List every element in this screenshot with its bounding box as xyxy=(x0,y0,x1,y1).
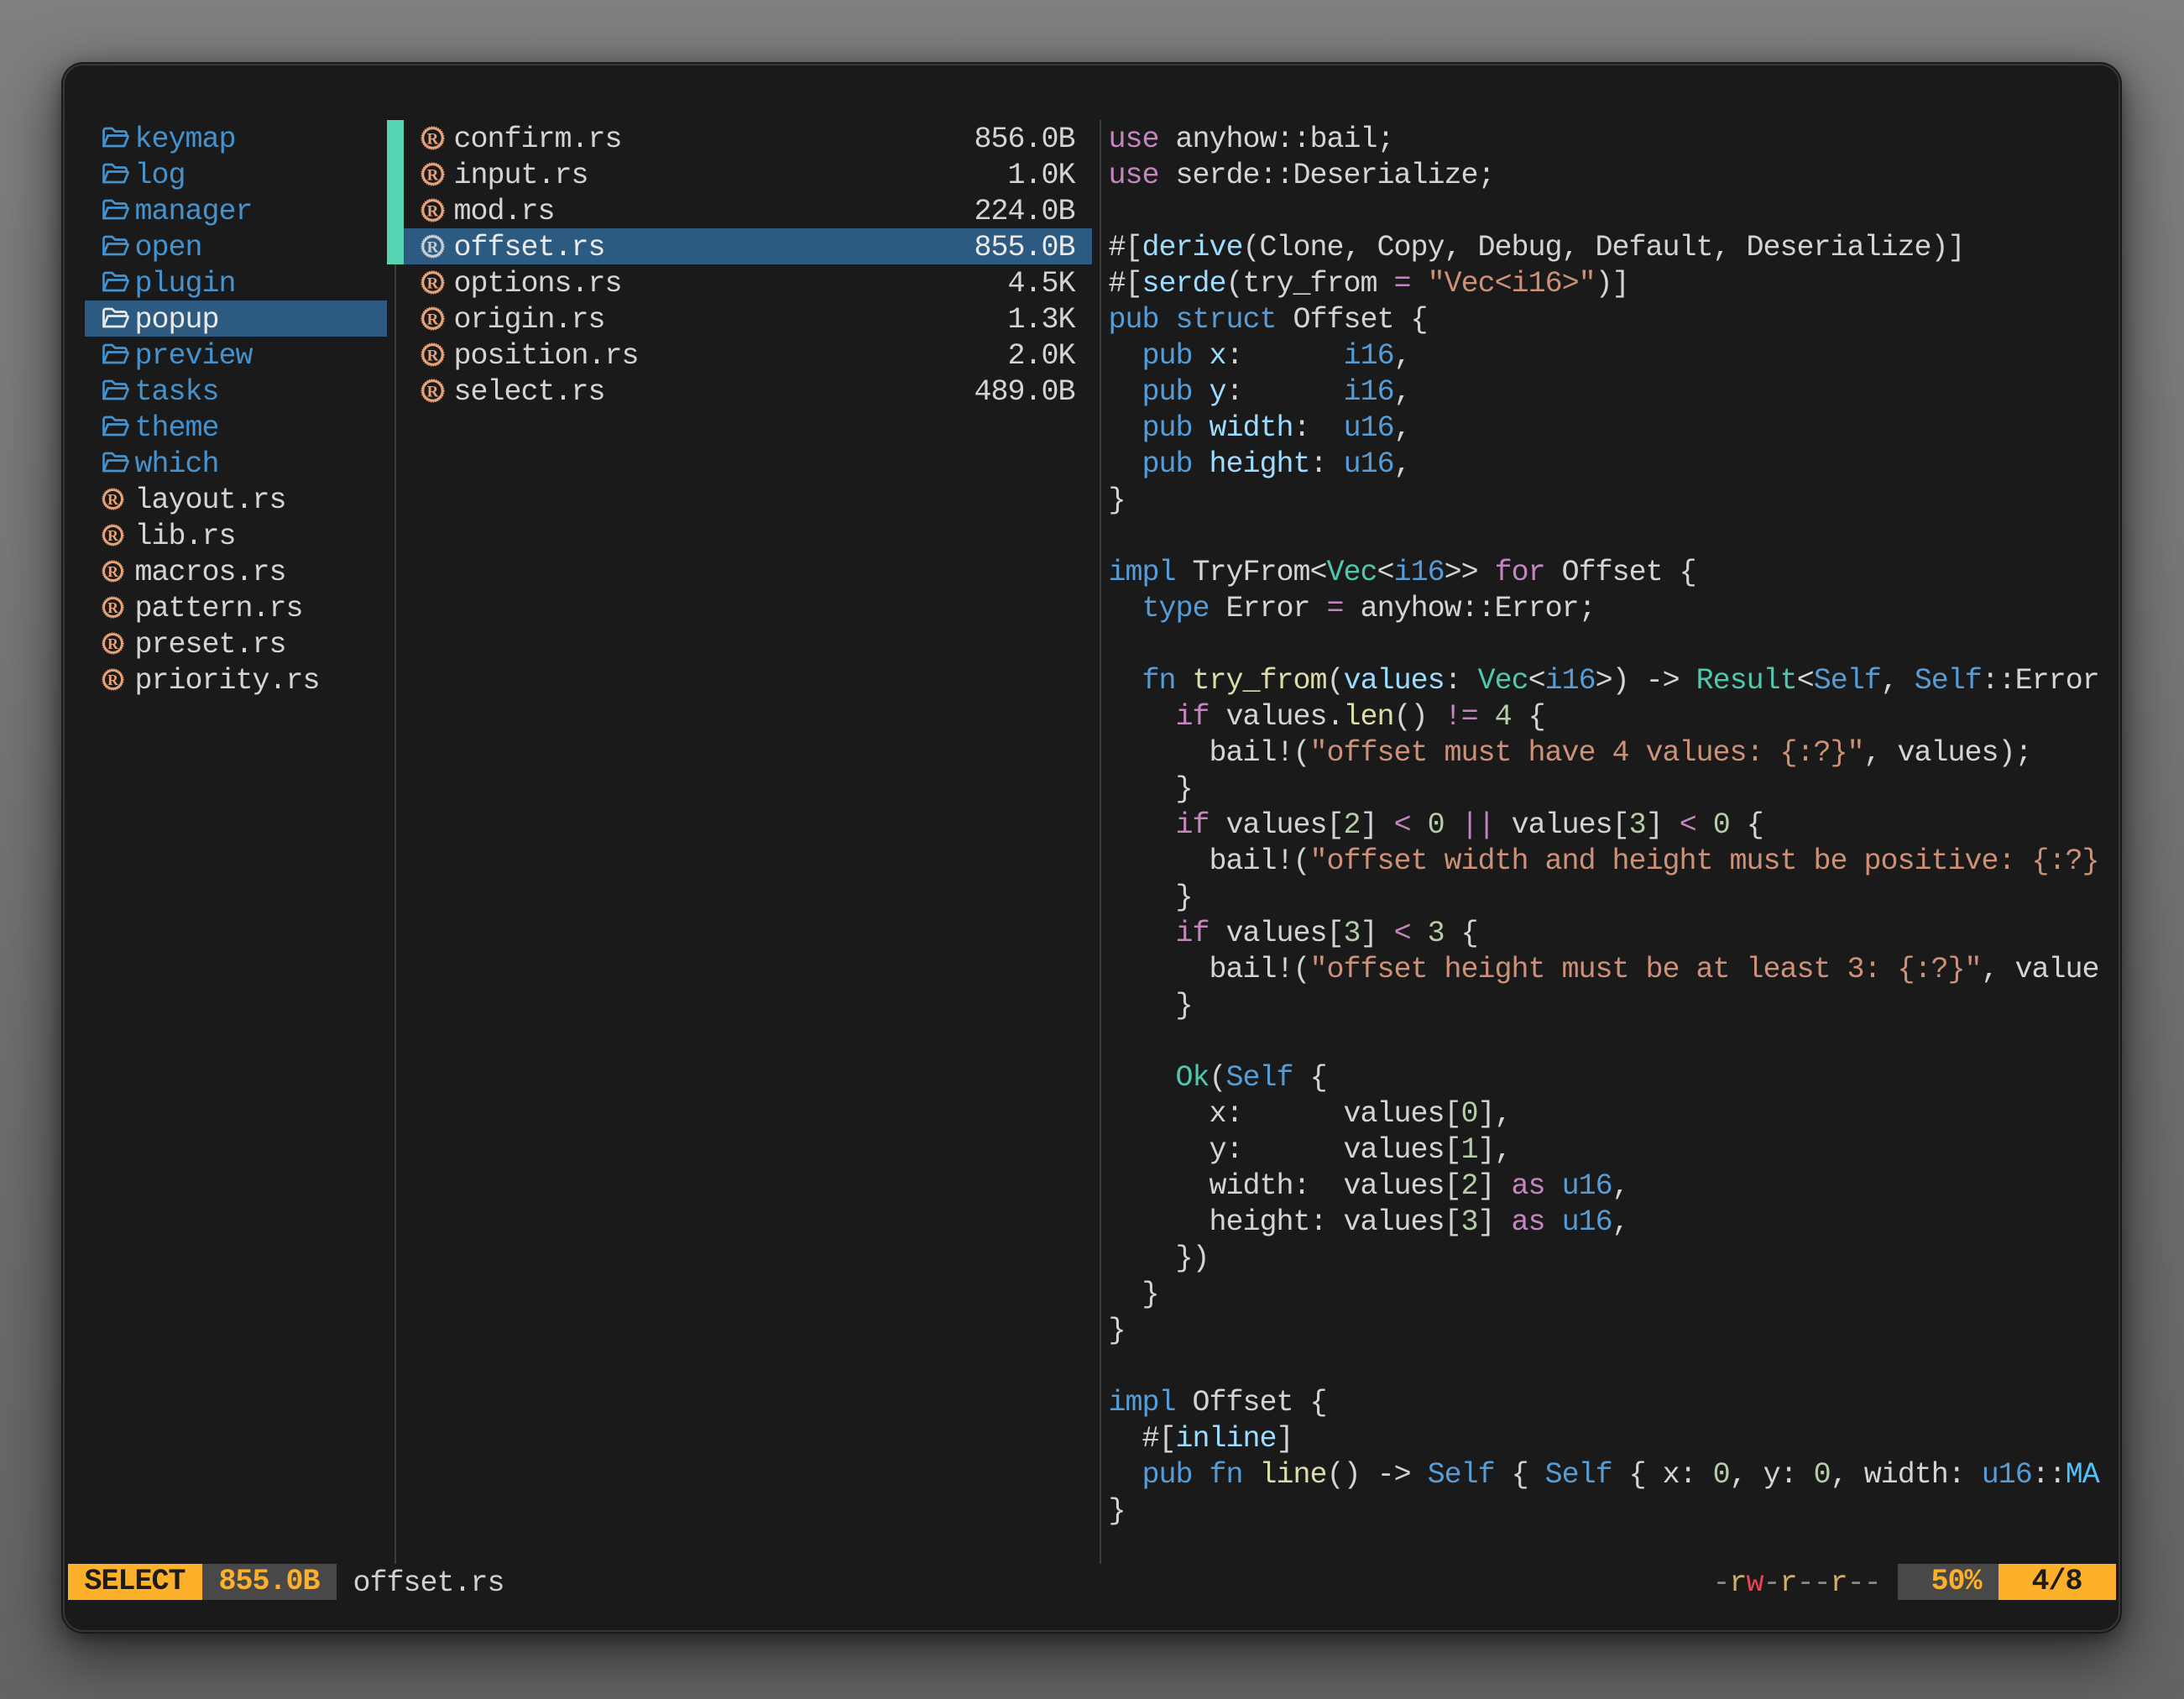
svg-text:R: R xyxy=(107,635,118,652)
svg-text:R: R xyxy=(426,130,438,148)
svg-text:R: R xyxy=(107,563,118,580)
svg-text:R: R xyxy=(426,311,438,328)
svg-text:R: R xyxy=(426,383,438,400)
svg-text:R: R xyxy=(107,491,118,508)
svg-text:R: R xyxy=(426,347,438,364)
svg-text:R: R xyxy=(426,238,438,256)
svg-text:R: R xyxy=(107,527,118,544)
svg-text:R: R xyxy=(107,599,118,616)
svg-text:R: R xyxy=(426,202,438,220)
svg-text:R: R xyxy=(426,166,438,184)
svg-text:R: R xyxy=(107,672,118,688)
svg-text:R: R xyxy=(426,274,438,292)
